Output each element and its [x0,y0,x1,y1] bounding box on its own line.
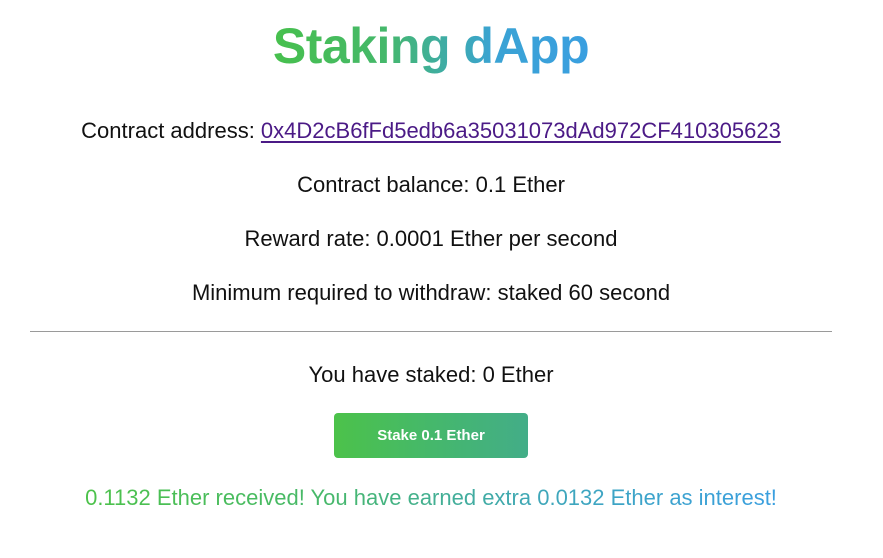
contract-address-row: Contract address: 0x4D2cB6fFd5edb6a35031… [30,118,832,144]
divider [30,331,832,332]
status-message: 0.1132 Ether received! You have earned e… [85,485,777,510]
contract-address-link[interactable]: 0x4D2cB6fFd5edb6a35031073dAd972CF4103056… [261,118,781,143]
page-title-wrapper: Staking dApp [30,16,832,76]
status-message-wrapper: 0.1132 Ether received! You have earned e… [30,485,832,511]
minimum-withdraw-requirement: Minimum required to withdraw: staked 60 … [191,280,671,305]
user-staked-amount: You have staked: 0 Ether [308,362,554,387]
stake-button[interactable]: Stake 0.1 Ether [334,413,528,458]
page-title: Staking dApp [272,18,590,74]
reward-rate: Reward rate: 0.0001 Ether per second [244,226,618,251]
contract-address-label: Contract address: [81,118,261,143]
contract-balance: Contract balance: 0.1 Ether [297,172,565,197]
